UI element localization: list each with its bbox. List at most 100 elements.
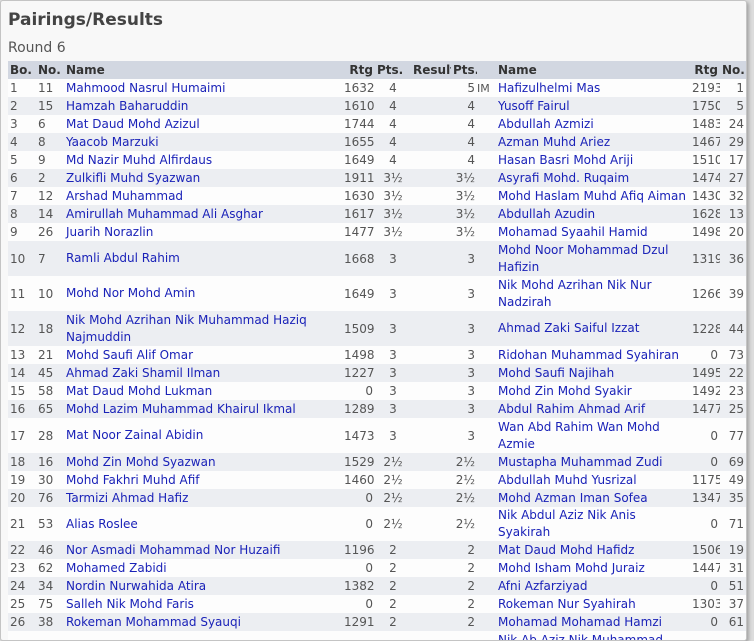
- white-points: 3: [375, 311, 411, 346]
- white-player-name-link[interactable]: Yaacob Marzuki: [66, 135, 159, 149]
- black-player-name-link[interactable]: Mat Daud Mohd Hafidz: [498, 543, 634, 557]
- black-title: [477, 400, 496, 418]
- col-pts-black[interactable]: Pts.: [451, 61, 477, 79]
- black-player-name-link[interactable]: Mustapha Muhammad Zudi: [498, 455, 663, 469]
- white-player-name-link[interactable]: Juarih Norazlin: [66, 225, 153, 239]
- white-rating: 0: [342, 595, 375, 613]
- col-name-white[interactable]: Name: [64, 61, 342, 79]
- col-rtg-black[interactable]: Rtg: [690, 61, 720, 79]
- black-player-name-link[interactable]: Yusoff Fairul: [498, 99, 570, 113]
- black-title: [477, 115, 496, 133]
- white-rating: 1382: [342, 577, 375, 595]
- black-player-name-link[interactable]: Asyrafi Mohd. Ruqaim: [498, 171, 629, 185]
- white-player-name-link[interactable]: Arshad Muhammad: [66, 189, 183, 203]
- black-player-name-link[interactable]: Rokeman Nur Syahirah: [498, 597, 636, 611]
- black-player-name-link[interactable]: Nik Abdul Aziz Nik Anis Syakirah: [498, 508, 636, 539]
- black-player-name-link[interactable]: Mohd Isham Mohd Juraiz: [498, 561, 645, 575]
- white-player-name-link[interactable]: Mohd Zin Mohd Syazwan: [66, 455, 216, 469]
- black-player-name-link[interactable]: Afni Azfarziyad: [498, 579, 587, 593]
- white-player-number: 21: [36, 346, 64, 364]
- white-player-name-link[interactable]: Salleh Nik Mohd Faris: [66, 597, 194, 611]
- white-player-name-link[interactable]: Md Nazir Muhd Alfirdaus: [66, 153, 212, 167]
- white-player-name-link[interactable]: Mohd Saufi Alif Omar: [66, 348, 193, 362]
- white-player-name-link[interactable]: Mat Daud Mohd Lukman: [66, 384, 212, 398]
- white-rating: 1668: [342, 241, 375, 276]
- black-player-name-link[interactable]: Hafizulhelmi Mas: [498, 81, 600, 95]
- black-player-name-link[interactable]: Mohd Zin Mohd Syakir: [498, 384, 632, 398]
- white-player-name-link[interactable]: Hamzah Baharuddin: [66, 99, 188, 113]
- white-player-name-link[interactable]: Rokeman Mohammad Syauqi: [66, 615, 241, 629]
- white-player-name-link[interactable]: Mat Daud Mohd Azizul: [66, 117, 200, 131]
- table-row: 15 58 Mat Daud Mohd Lukman 0 3 3 Mohd Zin Mohd…: [8, 382, 746, 400]
- black-player-number: 19: [720, 541, 746, 559]
- white-rating: 1249: [342, 631, 375, 640]
- table-row: 25 75 Salleh Nik Mohd Faris 0 2 2 Rokeman Nur …: [8, 595, 746, 613]
- white-player-name-link[interactable]: Ahmad Zaki Shamil Ilman: [66, 366, 220, 380]
- white-player-name-link[interactable]: Mohd Lazim Muhammad Khairul Ikmal: [66, 402, 296, 416]
- white-rating: 0: [342, 559, 375, 577]
- col-pts-white[interactable]: Pts.: [375, 61, 411, 79]
- result: [411, 613, 451, 631]
- black-title: [477, 151, 496, 169]
- col-rtg-white[interactable]: Rtg: [342, 61, 375, 79]
- black-player-name-link[interactable]: Abdullah Azmizi: [498, 117, 594, 131]
- black-player-name-link[interactable]: Mohd Azman Iman Sofea: [498, 491, 648, 505]
- white-player-name-link[interactable]: Mat Noor Zainal Abidin: [66, 428, 203, 442]
- black-player-name: Mohamad Syaahil Hamid: [496, 223, 690, 241]
- col-board[interactable]: Bo.: [8, 61, 36, 79]
- black-player-name-link[interactable]: Azman Muhd Ariez: [498, 135, 610, 149]
- white-player-name: Rokeman Mohammad Syauqi: [64, 613, 342, 631]
- black-points: 2: [451, 541, 477, 559]
- white-player-name-link[interactable]: Nordin Nurwahida Atira: [66, 579, 206, 593]
- white-player-number: 7: [36, 241, 64, 276]
- white-points: 4: [375, 151, 411, 169]
- col-title-black: [477, 61, 496, 79]
- black-player-name-link[interactable]: Ridohan Muhammad Syahiran: [498, 348, 679, 362]
- black-player-name-link[interactable]: Abdullah Azudin: [498, 207, 595, 221]
- table-row: 2 15 Hamzah Baharuddin 1610 4 4 Yusoff Fairul 1…: [8, 97, 746, 115]
- white-player-name-link[interactable]: Alias Roslee: [66, 517, 138, 531]
- white-player-name-link[interactable]: Mohamed Zabidi: [66, 561, 167, 575]
- white-player-number: 76: [36, 489, 64, 507]
- black-player-name-link[interactable]: Hasan Basri Mohd Ariji: [498, 153, 633, 167]
- col-no-black[interactable]: No.: [720, 61, 746, 79]
- white-player-number: 15: [36, 97, 64, 115]
- white-player-name-link[interactable]: Mohd Fakhri Muhd Afif: [66, 473, 200, 487]
- white-player-name: Mahmood Nasrul Humaimi: [64, 79, 342, 97]
- result: [411, 382, 451, 400]
- black-player-name-link[interactable]: Ahmad Zaki Saiful Izzat: [498, 321, 639, 335]
- black-player-name-link[interactable]: Abdul Rahim Ahmad Arif: [498, 402, 645, 416]
- white-points: 3: [375, 382, 411, 400]
- black-player-name: Nik Abdul Aziz Nik Anis Syakirah: [496, 507, 690, 541]
- col-no-white[interactable]: No.: [36, 61, 64, 79]
- black-player-name-link[interactable]: Mohd Saufi Najihah: [498, 366, 614, 380]
- black-rating: 1498: [690, 223, 720, 241]
- white-player-name-link[interactable]: Mohd Nor Mohd Amin: [66, 286, 195, 300]
- black-player-name-link[interactable]: Nik Ab Aziz Nik Muhammad Irfan: [498, 633, 663, 641]
- col-result[interactable]: Result: [411, 61, 451, 79]
- white-player-name-link[interactable]: Nik Mohd Azrihan Nik Muhammad Haziq Najm…: [66, 313, 307, 344]
- black-rating: 1319: [690, 241, 720, 276]
- black-player-name-link[interactable]: Mohamad Mohamad Hamzi: [498, 615, 662, 629]
- white-player-name-link[interactable]: Zulkifli Muhd Syazwan: [66, 171, 200, 185]
- board-number: 7: [8, 187, 36, 205]
- white-player-name-link[interactable]: Ramli Abdul Rahim: [66, 251, 180, 265]
- white-player-name-link[interactable]: Amirullah Muhammad Ali Asghar: [66, 207, 263, 221]
- white-player-number: 11: [36, 79, 64, 97]
- white-player-name-link[interactable]: Mahmood Nasrul Humaimi: [66, 81, 225, 95]
- black-player-name-link[interactable]: Abdullah Muhd Yusrizal: [498, 473, 637, 487]
- black-player-name-link[interactable]: Mohd Haslam Muhd Afiq Aiman: [498, 189, 686, 203]
- black-player-name-link[interactable]: Mohd Noor Mohammad Dzul Hafizin: [498, 243, 668, 274]
- white-points: 4: [375, 133, 411, 151]
- white-player-name-link[interactable]: Tarmizi Ahmad Hafiz: [66, 491, 188, 505]
- black-player-name-link[interactable]: Mohamad Syaahil Hamid: [498, 225, 648, 239]
- black-player-name-link[interactable]: Wan Abd Rahim Wan Mohd Azmie: [498, 420, 660, 451]
- white-player-number: 75: [36, 595, 64, 613]
- black-player-name-link[interactable]: Nik Mohd Azrihan Nik Nur Nadzirah: [498, 278, 652, 309]
- black-points: 4: [451, 97, 477, 115]
- col-name-black[interactable]: Name: [496, 61, 690, 79]
- table-row: 19 30 Mohd Fakhri Muhd Afif 1460 2½ 2½ Abdulla…: [8, 471, 746, 489]
- white-points: 2: [375, 631, 411, 640]
- white-player-name-link[interactable]: Nor Asmadi Mohammad Nor Huzaifi: [66, 543, 280, 557]
- white-player-number: 26: [36, 223, 64, 241]
